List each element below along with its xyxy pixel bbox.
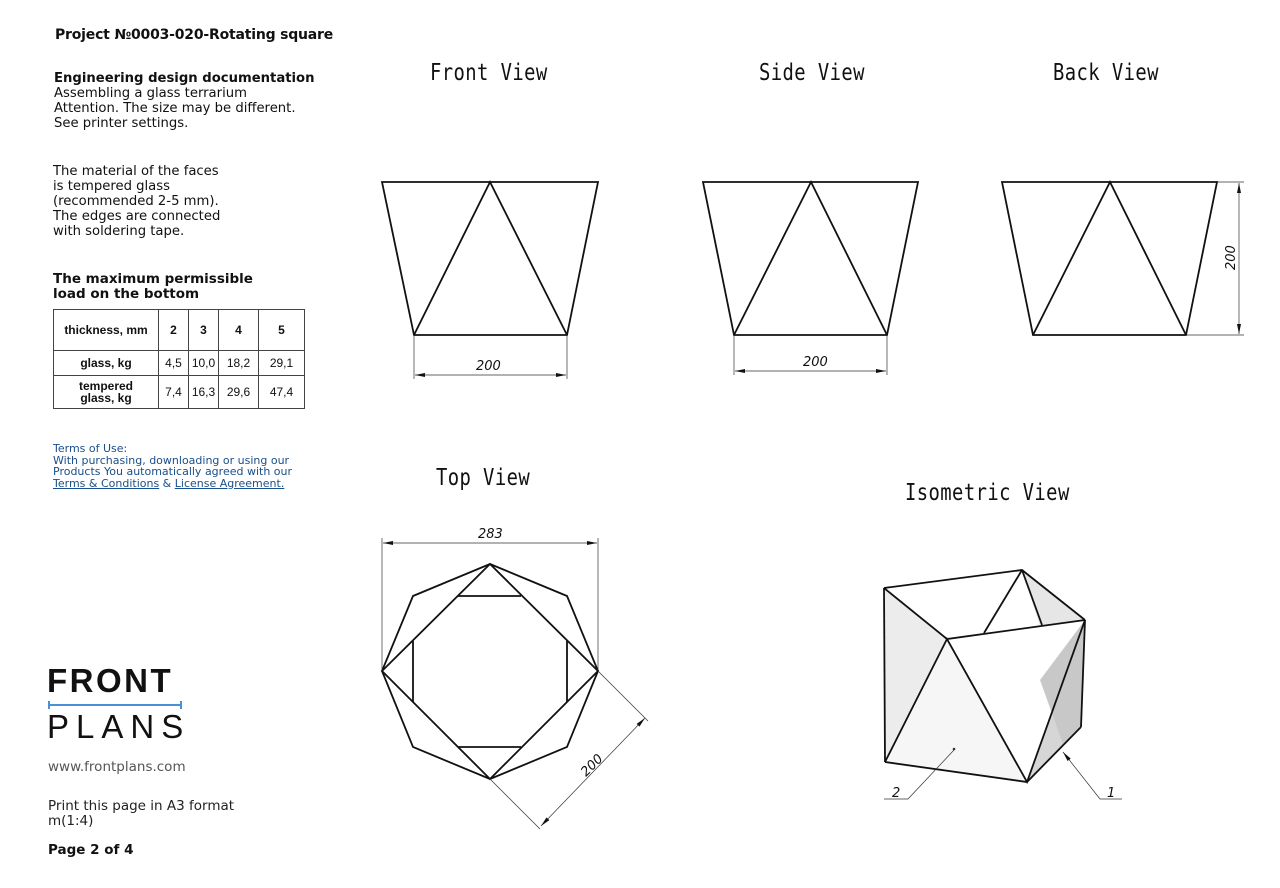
side-trapezoid-outline (701, 181, 920, 336)
front-triangle-face (413, 179, 568, 336)
back-triangle-face (1032, 179, 1187, 336)
side-triangle-face (733, 179, 888, 336)
front-trapezoid-outline (380, 181, 600, 336)
iso-callout-1-label: 1 (1107, 786, 1115, 801)
front-view-drawing (380, 179, 600, 336)
top-dimensions (381, 538, 649, 830)
back-dimension-label: 200 (1224, 245, 1239, 270)
iso-left-edge (883, 587, 886, 763)
top-side-dimension-label: 200 (578, 752, 606, 780)
top-view-drawing (380, 562, 600, 781)
top-width-dimension-label: 283 (478, 527, 503, 542)
isometric-view-drawing (883, 569, 1122, 800)
front-dimension-label: 200 (476, 359, 501, 374)
iso-callout-2-dot (952, 747, 956, 751)
side-dimension-label: 200 (803, 355, 828, 370)
technical-drawings: 200 200 200 283 200 2 1 (380, 179, 1244, 830)
back-view-drawing (1000, 179, 1219, 336)
back-trapezoid-outline (1000, 181, 1219, 336)
side-view-drawing (701, 179, 920, 336)
iso-callout-2-label: 2 (892, 786, 900, 801)
iso-back-triangle-edge (983, 569, 1023, 634)
